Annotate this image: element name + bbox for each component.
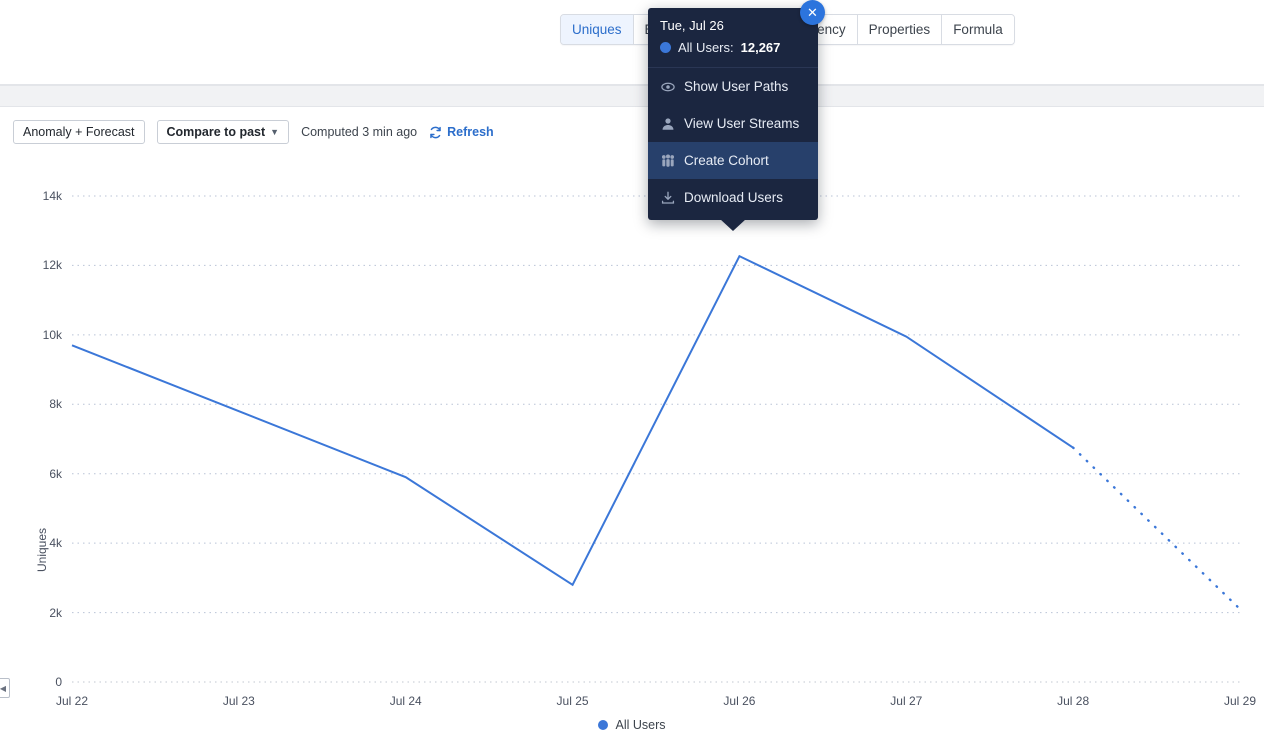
tab-uniques[interactable]: Uniques <box>561 15 634 44</box>
menu-item-label: Create Cohort <box>684 153 769 168</box>
download-icon <box>660 191 675 205</box>
section-band <box>0 85 1264 107</box>
line-chart-plot <box>71 195 1242 683</box>
x-axis-tick-label: Jul 26 <box>723 694 756 708</box>
tooltip-value: 12,267 <box>740 40 781 55</box>
tab-label: Properties <box>868 22 931 37</box>
close-icon: ✕ <box>807 4 818 20</box>
refresh-icon <box>429 126 442 139</box>
computed-timestamp: Computed 3 min ago <box>301 125 418 139</box>
series-line-actual <box>71 254 1074 587</box>
eye-icon <box>660 80 675 94</box>
tab-label: Uniques <box>572 22 622 37</box>
anomaly-forecast-button[interactable]: Anomaly + Forecast <box>13 120 145 144</box>
chart-toolbar: Anomaly + Forecast Compare to past ▼ Com… <box>13 120 494 144</box>
x-axis-tick-label: Jul 29 <box>1223 694 1257 708</box>
menu-item-show-user-paths[interactable]: Show User Paths <box>648 68 818 105</box>
people-group-icon <box>660 154 675 168</box>
close-tooltip-button[interactable]: ✕ <box>800 0 825 25</box>
tooltip-action-menu: Show User Paths View User Streams Create C… <box>648 68 818 216</box>
tooltip-arrow <box>720 219 746 231</box>
menu-item-label: Download Users <box>684 190 784 205</box>
tooltip-date: Tue, Jul 26 <box>660 18 724 33</box>
tooltip-series-label: All Users: <box>678 40 734 55</box>
tab-properties[interactable]: Properties <box>857 15 943 44</box>
chart-legend: All Users <box>0 718 1264 732</box>
tooltip-value-row: All Users: 12,267 <box>660 40 806 63</box>
x-axis-tick-label: Jul 23 <box>222 694 255 708</box>
menu-item-view-user-streams[interactable]: View User Streams <box>648 105 818 142</box>
chevron-down-icon: ▼ <box>270 127 280 137</box>
person-icon <box>660 117 675 131</box>
anomaly-forecast-label: Anomaly + Forecast <box>23 125 135 139</box>
x-axis-tick-label: Jul 22 <box>55 694 89 708</box>
series-color-dot <box>660 42 671 53</box>
series-line-forecast <box>1071 446 1242 611</box>
menu-item-label: Show User Paths <box>684 79 789 94</box>
tooltip-header: Tue, Jul 26 All Users: 12,267 <box>648 8 818 67</box>
legend-label: All Users <box>615 718 666 732</box>
legend-color-swatch <box>598 720 609 730</box>
menu-item-create-cohort[interactable]: Create Cohort <box>648 142 818 179</box>
refresh-button[interactable]: Refresh <box>429 125 494 139</box>
compare-to-past-button[interactable]: Compare to past ▼ <box>156 120 290 144</box>
refresh-label: Refresh <box>447 125 494 139</box>
x-axis-tick-label: Jul 27 <box>890 694 923 708</box>
x-axis-tick-label: Jul 25 <box>556 694 589 708</box>
menu-item-label: View User Streams <box>684 116 800 131</box>
menu-item-download-users[interactable]: Download Users <box>648 179 818 216</box>
x-axis-tick-label: Jul 24 <box>389 694 422 708</box>
x-axis-tick-label: Jul 28 <box>1057 694 1090 708</box>
tab-label: Formula <box>953 22 1003 37</box>
compare-to-past-label: Compare to past <box>166 125 266 139</box>
chart-container: Uniques 0 2k 4k 6k 8k 10k 12k 14k Jul 22 Jul 23 J… <box>0 150 1264 752</box>
tab-formula[interactable]: Formula <box>942 15 1014 44</box>
app-root: UniquesEventsAverageFrequencyPropertiesF… <box>0 0 1264 752</box>
data-point-tooltip: Tue, Jul 26 All Users: 12,267 Show User … <box>648 8 818 231</box>
